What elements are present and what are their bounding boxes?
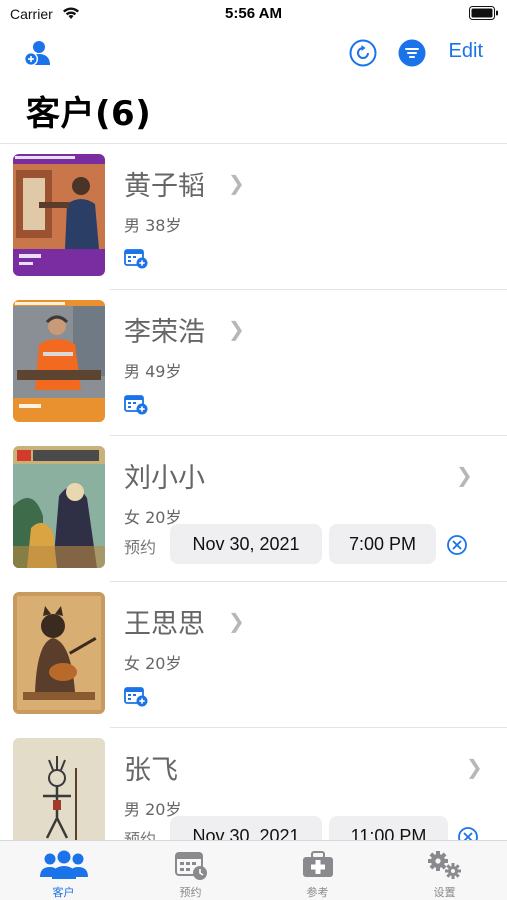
appointment-time-picker[interactable]: 11:00 PM	[329, 816, 448, 840]
refresh-icon[interactable]	[348, 38, 378, 68]
add-appointment-icon[interactable]	[124, 685, 148, 707]
appointment-date-picker[interactable]: Nov 30, 2021	[170, 524, 322, 564]
clear-appointment-icon[interactable]	[446, 534, 468, 556]
add-appointment-icon[interactable]	[124, 393, 148, 415]
appointment-label: 预约	[124, 830, 157, 840]
customer-photo	[13, 154, 105, 276]
customer-row[interactable]: 王思思 ❯ 女 20岁	[0, 582, 507, 728]
chevron-right-icon[interactable]: ❯	[228, 171, 245, 195]
customer-row[interactable]: 黄子韬 ❯ 男 38岁	[0, 144, 507, 290]
tab-label: 参考	[306, 886, 329, 899]
customer-name: 李荣浩	[124, 317, 205, 348]
tab-label: 预约	[179, 886, 202, 899]
tab-reference[interactable]: 参考	[254, 841, 381, 900]
customer-list[interactable]: 黄子韬 ❯ 男 38岁 李荣浩 ❯ 男 49岁 刘小小 ❯ 女 20岁 预约 N…	[0, 143, 507, 840]
edit-button[interactable]: Edit	[449, 40, 483, 63]
add-customer-icon[interactable]	[22, 38, 52, 68]
appointment-label: 预约	[124, 538, 157, 557]
status-time: 5:56 AM	[225, 5, 282, 22]
tab-customers[interactable]: 客户	[0, 841, 127, 900]
clear-appointment-icon[interactable]	[457, 826, 479, 840]
tab-settings[interactable]: 设置	[381, 841, 507, 900]
chevron-right-icon[interactable]: ❯	[228, 317, 245, 341]
gears-icon	[427, 851, 461, 879]
status-bar: Carrier 5:56 AM	[0, 0, 507, 30]
appointment-date-picker[interactable]: Nov 30, 2021	[170, 816, 322, 840]
tab-label: 设置	[433, 886, 456, 899]
customer-photo	[13, 446, 105, 568]
add-appointment-icon[interactable]	[124, 247, 148, 269]
page-title: 客户(6)	[26, 94, 152, 134]
customer-name: 黄子韬	[124, 171, 205, 202]
customer-row[interactable]: 张飞 ❯ 男 20岁 预约 Nov 30, 2021 11:00 PM	[0, 728, 507, 840]
customer-row[interactable]: 刘小小 ❯ 女 20岁 预约 Nov 30, 2021 7:00 PM	[0, 436, 507, 582]
battery-icon	[469, 6, 498, 20]
customer-name: 王思思	[124, 609, 205, 640]
chevron-right-icon[interactable]: ❯	[466, 755, 483, 779]
calendar-clock-icon	[174, 852, 207, 880]
chevron-right-icon[interactable]: ❯	[456, 463, 473, 487]
people-icon	[39, 850, 88, 879]
appointment-time-picker[interactable]: 7:00 PM	[329, 524, 436, 564]
customer-photo	[13, 738, 105, 840]
customer-photo	[13, 592, 105, 714]
customer-name: 张飞	[124, 755, 178, 786]
customer-gender-age: 男 49岁	[124, 362, 182, 381]
customer-name: 刘小小	[124, 463, 205, 494]
customer-row[interactable]: 李荣浩 ❯ 男 49岁	[0, 290, 507, 436]
customer-photo	[13, 300, 105, 422]
medkit-icon	[302, 851, 333, 877]
tab-appointments[interactable]: 预约	[127, 841, 254, 900]
tab-label: 客户	[52, 886, 75, 899]
tab-bar: 客户 预约 参考 设置	[0, 840, 507, 900]
customer-gender-age: 女 20岁	[124, 654, 182, 673]
chevron-right-icon[interactable]: ❯	[228, 609, 245, 633]
navigation-bar: Edit	[0, 34, 507, 74]
customer-gender-age: 男 38岁	[124, 216, 182, 235]
filter-icon[interactable]	[397, 38, 427, 68]
